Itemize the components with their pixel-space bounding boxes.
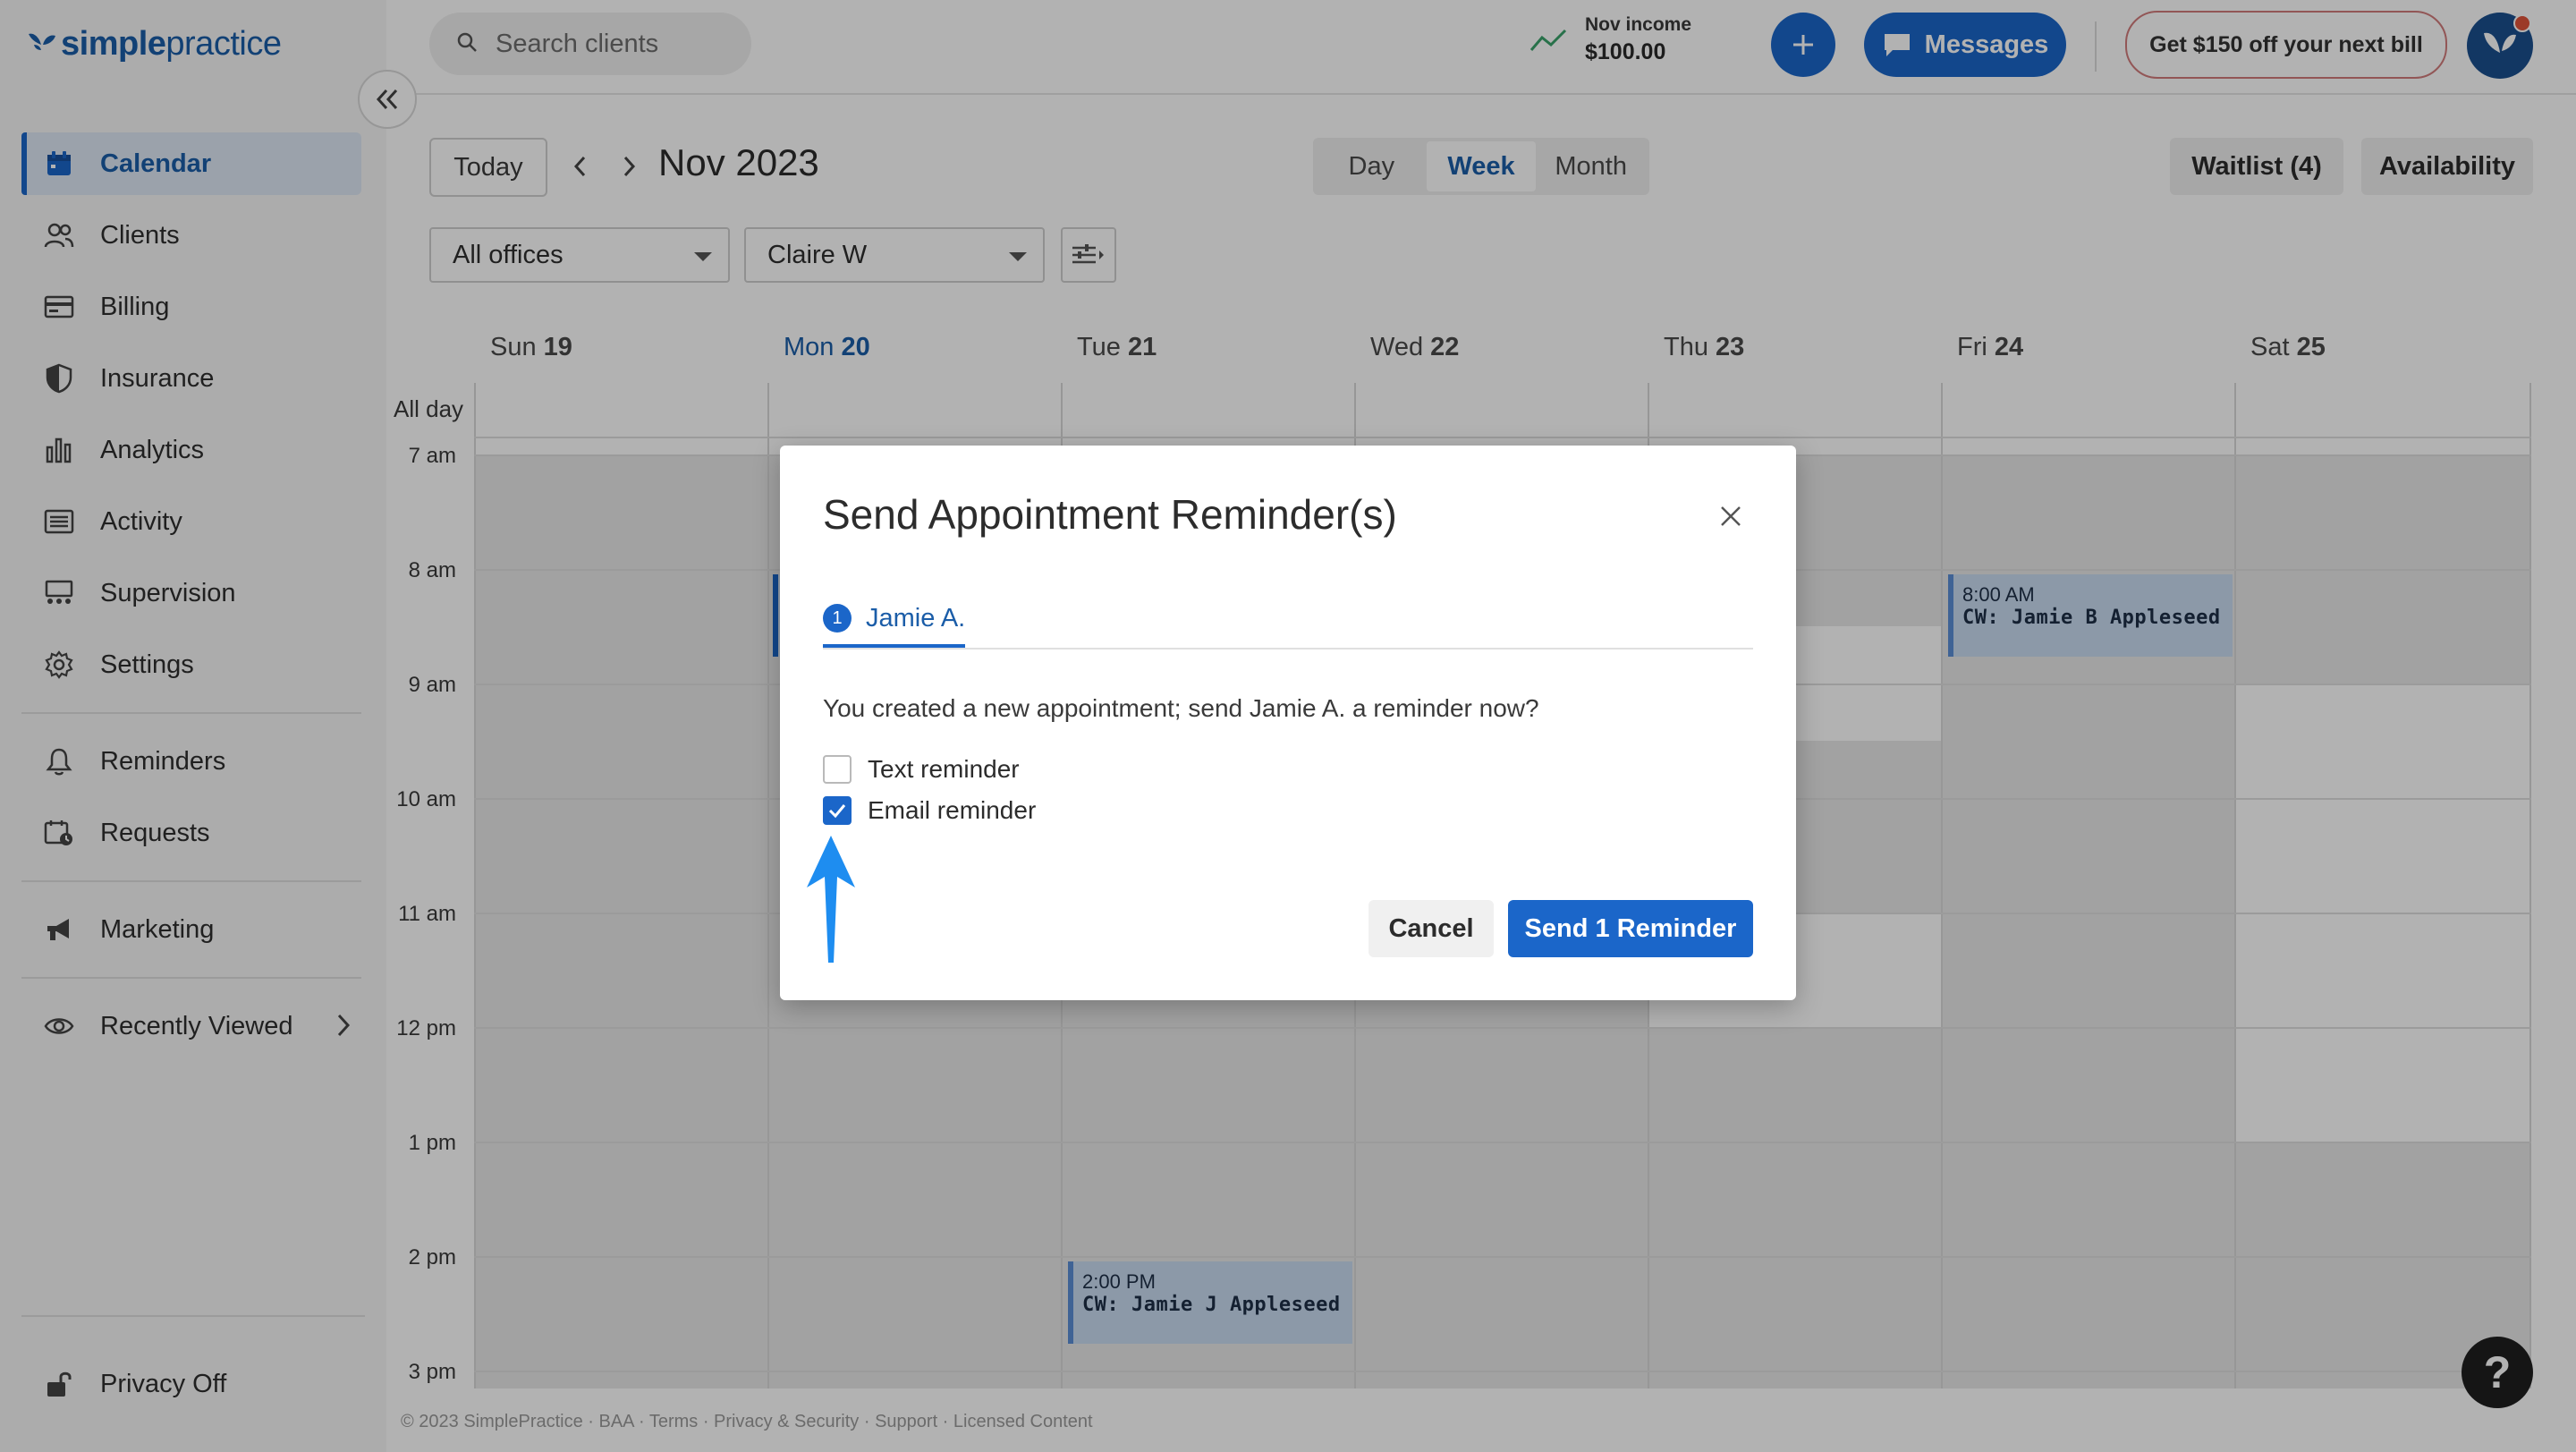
dialog-title: Send Appointment Reminder(s)	[823, 491, 1397, 538]
text-reminder-checkbox[interactable]	[823, 755, 852, 784]
cancel-button[interactable]: Cancel	[1368, 900, 1494, 957]
email-reminder-label: Email reminder	[868, 796, 1037, 824]
dialog-message: You created a new appointment; send Jami…	[823, 694, 1539, 722]
close-icon	[1721, 506, 1741, 526]
email-reminder-option[interactable]: Email reminder	[823, 796, 1036, 825]
text-reminder-label: Text reminder	[868, 755, 1020, 783]
checkmark-icon	[828, 804, 846, 819]
tab-number-badge: 1	[823, 604, 852, 633]
client-tab[interactable]: 1 Jamie A.	[823, 599, 966, 648]
send-reminder-button[interactable]: Send 1 Reminder	[1508, 900, 1753, 957]
text-reminder-option[interactable]: Text reminder	[823, 755, 1020, 784]
send-reminder-dialog: Send Appointment Reminder(s) 1 Jamie A. …	[780, 446, 1796, 1000]
tab-divider	[823, 648, 1753, 650]
tab-label: Jamie A.	[866, 603, 966, 633]
annotation-arrow-icon	[807, 836, 855, 963]
email-reminder-checkbox[interactable]	[823, 796, 852, 825]
close-button[interactable]	[1716, 501, 1746, 531]
